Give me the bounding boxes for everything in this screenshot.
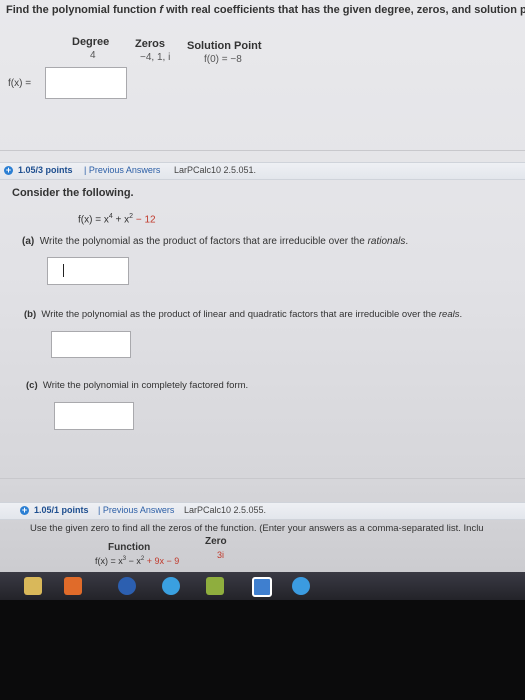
degree-value: 4 xyxy=(90,50,96,61)
section-divider xyxy=(0,150,525,151)
part-a-prompt: (a) Write the polynomial as the product … xyxy=(22,236,409,247)
part-b-prompt: (b) Write the polynomial as the product … xyxy=(24,309,463,320)
question3-previous-answers-link[interactable]: | Previous Answers xyxy=(98,505,174,515)
network-icon[interactable] xyxy=(206,577,224,595)
chrome-icon[interactable] xyxy=(162,577,180,595)
question2-source: LarPCalc10 2.5.051. xyxy=(174,165,257,175)
question1-prompt: Find the polynomial function f with real… xyxy=(6,4,525,16)
text-cursor xyxy=(63,264,64,277)
answer-input[interactable] xyxy=(45,67,127,99)
question3-source: LarPCalc10 2.5.055. xyxy=(184,505,267,515)
question2-intro: Consider the following. xyxy=(12,187,134,199)
media-player-icon[interactable] xyxy=(64,577,82,595)
app-icon[interactable] xyxy=(252,577,272,597)
question2-previous-answers-link[interactable]: | Previous Answers xyxy=(84,165,160,175)
zero-header: Zero xyxy=(205,536,227,547)
zero-value: 3i xyxy=(217,550,225,560)
degree-header: Degree xyxy=(72,36,110,48)
question2-function: f(x) = x4 + x2 − 12 xyxy=(78,213,156,226)
question3-header-bar: + 1.05/1 points | Previous Answers LarPC… xyxy=(0,502,525,520)
part-b-input[interactable] xyxy=(51,331,131,358)
part-c-input[interactable] xyxy=(54,402,134,430)
function-header: Function xyxy=(108,542,151,553)
answer-label: f(x) = xyxy=(8,78,32,89)
question2-header-bar: + 1.05/3 points | Previous Answers LarPC… xyxy=(0,162,525,180)
hp-icon[interactable] xyxy=(118,577,136,595)
part-c-prompt: (c) Write the polynomial in completely f… xyxy=(26,380,249,391)
zeros-value: −4, 1, i xyxy=(140,52,171,63)
expand-plus-icon[interactable]: + xyxy=(4,166,13,175)
solution-point-header: Solution Point xyxy=(187,40,262,52)
question3-instruction: Use the given zero to find all the zeros… xyxy=(30,523,484,534)
solution-point-value: f(0) = −8 xyxy=(204,54,242,65)
taskbar xyxy=(0,572,525,600)
question2-points: 1.05/3 points xyxy=(18,165,73,175)
question3-function: f(x) = x3 − x2 + 9x − 9 xyxy=(95,556,180,566)
expand-plus-icon[interactable]: + xyxy=(20,506,29,515)
page: Find the polynomial function f with real… xyxy=(0,0,525,600)
zeros-header: Zeros xyxy=(135,38,165,50)
question3-points: 1.05/1 points xyxy=(34,505,89,515)
edge-icon[interactable] xyxy=(292,577,310,595)
section-divider xyxy=(0,478,525,479)
folder-icon[interactable] xyxy=(24,577,42,595)
part-a-input[interactable] xyxy=(47,257,129,285)
